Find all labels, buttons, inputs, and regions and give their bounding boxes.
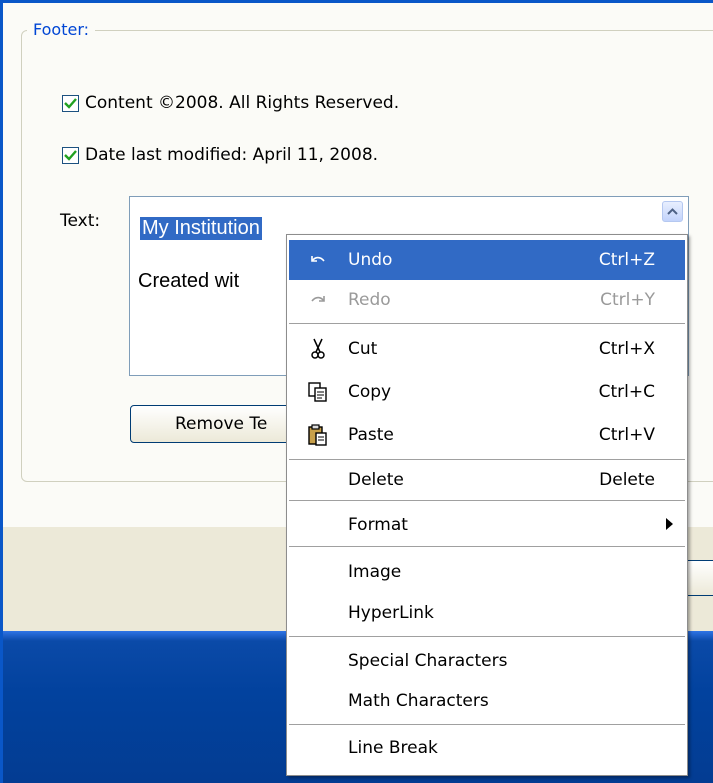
menu-item-shortcut: Ctrl+X bbox=[598, 339, 655, 359]
context-menu: Undo Ctrl+Z Redo Ctrl+Y Cut Ctrl+X Copy … bbox=[286, 234, 688, 776]
menu-item-label: Delete bbox=[348, 470, 404, 490]
menu-item-label: Image bbox=[348, 562, 402, 582]
checkmark-icon bbox=[64, 97, 77, 109]
menu-item-format[interactable]: Format bbox=[289, 505, 685, 545]
menu-item-math-characters[interactable]: Math Characters bbox=[289, 681, 685, 721]
scroll-up-button[interactable] bbox=[662, 201, 683, 222]
menu-item-copy[interactable]: Copy Ctrl+C bbox=[289, 372, 685, 412]
menu-item-shortcut: Ctrl+Z bbox=[598, 250, 655, 270]
menu-item-label: Math Characters bbox=[348, 691, 489, 711]
menu-item-shortcut: Ctrl+C bbox=[598, 382, 655, 402]
content-copyright-checkbox[interactable] bbox=[62, 94, 79, 112]
menu-separator bbox=[289, 636, 685, 637]
content-copyright-label: Content ©2008. All Rights Reserved. bbox=[85, 93, 400, 113]
scissors-icon bbox=[307, 338, 329, 360]
text-label: Text: bbox=[60, 211, 101, 231]
footer-legend: Footer: bbox=[27, 20, 96, 39]
undo-icon bbox=[307, 249, 329, 271]
redo-icon bbox=[307, 289, 329, 311]
menu-item-label: Line Break bbox=[348, 738, 438, 758]
menu-separator bbox=[289, 323, 685, 324]
menu-separator bbox=[289, 500, 685, 501]
menu-separator bbox=[289, 724, 685, 725]
menu-item-image[interactable]: Image bbox=[289, 552, 685, 592]
menu-item-redo[interactable]: Redo Ctrl+Y bbox=[289, 280, 685, 320]
menu-separator bbox=[289, 546, 685, 547]
menu-item-label: Cut bbox=[348, 339, 378, 359]
text-line: Created wit bbox=[138, 270, 240, 292]
menu-item-special-characters[interactable]: Special Characters bbox=[289, 641, 685, 681]
submenu-arrow-icon bbox=[666, 515, 673, 535]
menu-item-label: HyperLink bbox=[348, 603, 434, 623]
menu-item-shortcut: Ctrl+V bbox=[598, 425, 655, 445]
menu-item-shortcut: Delete bbox=[599, 470, 655, 490]
menu-item-hyperlink[interactable]: HyperLink bbox=[289, 593, 685, 633]
menu-item-label: Redo bbox=[348, 290, 391, 310]
menu-item-line-break[interactable]: Line Break bbox=[289, 728, 685, 768]
remove-text-button-label: Remove Te bbox=[175, 414, 268, 434]
menu-item-label: Format bbox=[348, 515, 408, 535]
menu-item-label: Copy bbox=[348, 382, 392, 402]
date-modified-label: Date last modified: April 11, 2008. bbox=[85, 145, 379, 165]
menu-item-paste[interactable]: Paste Ctrl+V bbox=[289, 415, 685, 455]
menu-item-shortcut: Ctrl+Y bbox=[600, 290, 655, 310]
menu-item-cut[interactable]: Cut Ctrl+X bbox=[289, 329, 685, 369]
checkmark-icon bbox=[64, 149, 77, 161]
menu-item-delete[interactable]: Delete Delete bbox=[289, 460, 685, 500]
copy-icon bbox=[307, 381, 329, 403]
selected-text: My Institution bbox=[140, 217, 262, 240]
chevron-up-icon bbox=[667, 208, 678, 215]
menu-item-undo[interactable]: Undo Ctrl+Z bbox=[289, 240, 685, 280]
menu-item-label: Special Characters bbox=[348, 651, 508, 671]
content-copyright-checkbox-row[interactable]: Content ©2008. All Rights Reserved. bbox=[62, 93, 399, 113]
date-modified-checkbox-row[interactable]: Date last modified: April 11, 2008. bbox=[62, 145, 378, 165]
date-modified-checkbox[interactable] bbox=[62, 146, 79, 164]
menu-item-label: Undo bbox=[348, 250, 393, 270]
paste-icon bbox=[307, 424, 329, 446]
menu-item-label: Paste bbox=[348, 425, 394, 445]
